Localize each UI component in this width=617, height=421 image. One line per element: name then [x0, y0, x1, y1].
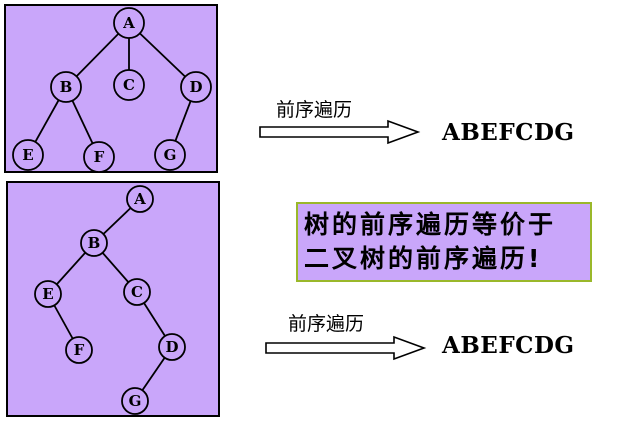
bottom-arrow-icon: [265, 335, 427, 361]
bottom-traversal-result: ABEFCDG: [442, 332, 575, 359]
tree-node-label: B: [88, 234, 101, 252]
tree-node-label: D: [189, 78, 202, 96]
binary-tree-panel: A B C D E F G: [6, 181, 220, 417]
tree-node-label: G: [164, 146, 177, 164]
tree-node-a: A: [126, 185, 154, 213]
tree-node-label: C: [123, 76, 135, 94]
callout-line-1: 树的前序遍历等价于: [304, 210, 557, 239]
tree-node-label: A: [122, 14, 135, 32]
tree-node-label: G: [129, 392, 142, 410]
tree-node-label: E: [22, 146, 33, 164]
tree-node-g: G: [121, 387, 149, 415]
tree-node-label: F: [94, 148, 105, 166]
tree-node-label: B: [60, 78, 73, 96]
tree-node-label: D: [165, 338, 178, 356]
top-traversal-result: ABEFCDG: [442, 119, 575, 146]
bottom-traversal-label: 前序遍历: [288, 313, 365, 335]
tree-node-c: C: [113, 69, 145, 101]
tree-node-f: F: [65, 336, 93, 364]
tree-node-d: D: [158, 333, 186, 361]
tree-node-e: E: [34, 280, 62, 308]
tree-node-d: D: [180, 71, 212, 103]
tree-node-g: G: [154, 139, 186, 171]
tree-node-a: A: [113, 7, 145, 39]
tree-node-e: E: [12, 139, 44, 171]
top-traversal-label: 前序遍历: [276, 99, 353, 121]
tree-node-label: A: [133, 190, 146, 208]
tree-node-label: E: [42, 285, 53, 303]
callout-line-2: 二叉树的前序遍历!: [304, 244, 543, 273]
top-arrow-icon: [259, 119, 421, 145]
tree-node-label: C: [131, 283, 143, 301]
tree-node-b: B: [80, 229, 108, 257]
general-tree-panel: A B C D E F G: [4, 4, 218, 173]
binary-tree-diagram: A B C D E F G: [34, 185, 186, 415]
tree-node-label: F: [74, 341, 85, 359]
tree-node-b: B: [50, 71, 82, 103]
tree-node-f: F: [83, 141, 115, 173]
general-tree-diagram: A B C D E F G: [12, 7, 212, 173]
equivalence-callout: 树的前序遍历等价于 二叉树的前序遍历!: [296, 202, 592, 282]
tree-node-c: C: [123, 278, 151, 306]
